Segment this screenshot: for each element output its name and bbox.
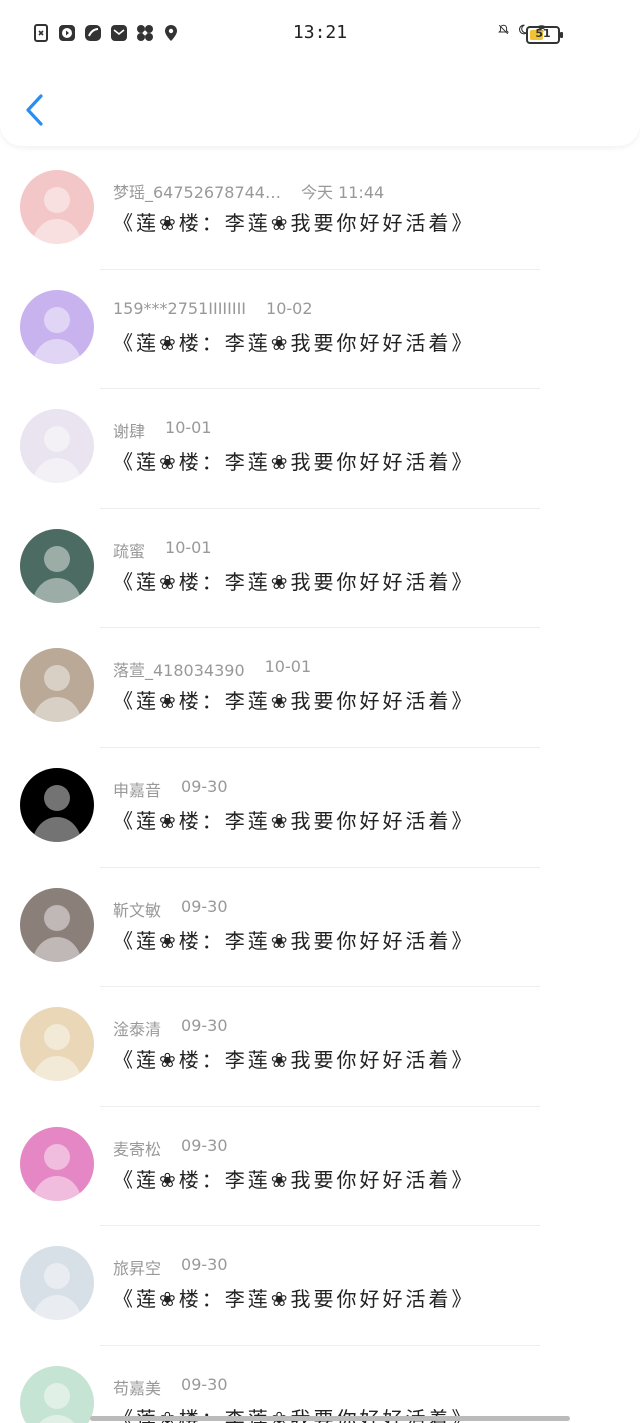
message-text: 《莲❀楼：李莲❀我要你好好活着》 bbox=[113, 689, 475, 714]
avatar-image bbox=[20, 528, 94, 603]
sender-name: 申嘉音 bbox=[113, 780, 162, 800]
message-time: 09-30 bbox=[181, 776, 228, 796]
message-time: 09-30 bbox=[181, 1374, 228, 1394]
avatar-image bbox=[20, 887, 94, 962]
battery-icon: 51 bbox=[526, 26, 563, 44]
status-bar: 13:21 51 bbox=[0, 20, 640, 52]
message-time: 10-01 bbox=[165, 537, 212, 557]
sender-name: 落萱_418034390 bbox=[113, 661, 245, 681]
sender-name: 159***2751IIIIIIII bbox=[113, 298, 247, 318]
top-bar: 13:21 51 bbox=[0, 0, 640, 146]
message-meta: 淦泰清 09-30 bbox=[113, 1016, 228, 1040]
avatar[interactable] bbox=[20, 648, 94, 723]
message-text: 《莲❀楼：李莲❀我要你好好活着》 bbox=[113, 928, 475, 953]
message-text: 《莲❀楼：李莲❀我要你好好活着》 bbox=[113, 450, 475, 475]
message-text: 《莲❀楼：李莲❀我要你好好活着》 bbox=[113, 1167, 475, 1192]
avatar-image bbox=[20, 289, 94, 364]
message-time: 10-01 bbox=[264, 657, 312, 677]
message-meta: 梦瑶_64752678744… 今天 11:44 bbox=[113, 179, 384, 203]
avatar[interactable] bbox=[20, 1246, 94, 1321]
list-item[interactable]: 靳文敏 09-30 《莲❀楼：李莲❀我要你好好活着》 bbox=[0, 868, 640, 988]
list-item[interactable]: 159***2751IIIIIIII 10-02 《莲❀楼：李莲❀我要你好好活着… bbox=[0, 270, 640, 390]
sender-name: 麦寄松 bbox=[113, 1139, 162, 1159]
avatar-image bbox=[20, 1246, 94, 1321]
avatar[interactable] bbox=[20, 170, 94, 244]
message-meta: 落萱_418034390 10-01 bbox=[113, 657, 311, 681]
sender-name: 旅昇空 bbox=[113, 1259, 162, 1279]
avatar-image bbox=[20, 1007, 94, 1082]
list-item[interactable]: 落萱_418034390 10-01 《莲❀楼：李莲❀我要你好好活着》 bbox=[0, 628, 640, 748]
sender-name: 梦瑶_64752678744… bbox=[113, 183, 281, 202]
message-meta: 苟嘉美 09-30 bbox=[113, 1375, 228, 1399]
message-time: 今天 11:44 bbox=[300, 183, 385, 202]
avatar[interactable] bbox=[20, 528, 94, 603]
list-item[interactable]: 苟嘉美 09-30 《莲❀楼：李莲❀我要你好好活着》 bbox=[0, 1346, 640, 1423]
list-item[interactable]: 谢肆 10-01 《莲❀楼：李莲❀我要你好好活着》 bbox=[0, 389, 640, 509]
avatar-image bbox=[20, 1126, 94, 1201]
message-list: 梦瑶_64752678744… 今天 11:44 《莲❀楼：李莲❀我要你好好活着… bbox=[0, 150, 640, 1423]
message-time: 10-01 bbox=[165, 418, 212, 438]
avatar-image bbox=[20, 1365, 94, 1423]
list-item[interactable]: 旅昇空 09-30 《莲❀楼：李莲❀我要你好好活着》 bbox=[0, 1226, 640, 1346]
back-button[interactable] bbox=[20, 92, 50, 128]
avatar-image bbox=[20, 170, 94, 244]
message-meta: 疏蜜 10-01 bbox=[113, 538, 212, 562]
message-text: 《莲❀楼：李莲❀我要你好好活着》 bbox=[113, 330, 475, 355]
mute-icon bbox=[498, 24, 509, 35]
list-item[interactable]: 申嘉音 09-30 《莲❀楼：李莲❀我要你好好活着》 bbox=[0, 748, 640, 868]
message-meta: 159***2751IIIIIIII 10-02 bbox=[113, 299, 313, 318]
sender-name: 淦泰清 bbox=[113, 1020, 162, 1040]
sender-name: 疏蜜 bbox=[113, 541, 146, 561]
home-indicator[interactable] bbox=[90, 1416, 570, 1421]
avatar[interactable] bbox=[20, 1365, 94, 1423]
message-time: 09-30 bbox=[181, 1135, 228, 1155]
message-text: 《莲❀楼：李莲❀我要你好好活着》 bbox=[113, 211, 475, 235]
avatar-image bbox=[20, 648, 94, 723]
message-text: 《莲❀楼：李莲❀我要你好好活着》 bbox=[113, 1048, 475, 1073]
avatar-image bbox=[20, 767, 94, 842]
sender-name: 靳文敏 bbox=[113, 900, 162, 920]
chevron-left-icon bbox=[26, 94, 43, 126]
sender-name: 苟嘉美 bbox=[113, 1378, 162, 1398]
message-meta: 麦寄松 09-30 bbox=[113, 1136, 228, 1160]
list-item[interactable]: 麦寄松 09-30 《莲❀楼：李莲❀我要你好好活着》 bbox=[0, 1107, 640, 1227]
message-meta: 谢肆 10-01 bbox=[113, 418, 212, 442]
avatar[interactable] bbox=[20, 1126, 94, 1201]
avatar[interactable] bbox=[20, 289, 94, 364]
avatar[interactable] bbox=[20, 767, 94, 842]
message-meta: 旅昇空 09-30 bbox=[113, 1255, 228, 1279]
list-item[interactable]: 淦泰清 09-30 《莲❀楼：李莲❀我要你好好活着》 bbox=[0, 987, 640, 1107]
message-text: 《莲❀楼：李莲❀我要你好好活着》 bbox=[113, 808, 475, 833]
list-item[interactable]: 梦瑶_64752678744… 今天 11:44 《莲❀楼：李莲❀我要你好好活着… bbox=[0, 150, 640, 270]
sender-name: 谢肆 bbox=[113, 422, 146, 442]
avatar[interactable] bbox=[20, 409, 94, 484]
message-time: 09-30 bbox=[181, 1255, 228, 1275]
message-meta: 靳文敏 09-30 bbox=[113, 897, 228, 921]
battery-level: 51 bbox=[535, 27, 551, 40]
message-time: 10-02 bbox=[266, 298, 313, 318]
avatar[interactable] bbox=[20, 887, 94, 962]
message-meta: 申嘉音 09-30 bbox=[113, 777, 228, 801]
message-time: 09-30 bbox=[181, 896, 228, 916]
message-time: 09-30 bbox=[181, 1016, 228, 1036]
message-text: 《莲❀楼：李莲❀我要你好好活着》 bbox=[113, 569, 475, 594]
avatar-image bbox=[20, 409, 94, 484]
list-item[interactable]: 疏蜜 10-01 《莲❀楼：李莲❀我要你好好活着》 bbox=[0, 509, 640, 629]
avatar[interactable] bbox=[20, 1007, 94, 1082]
message-text: 《莲❀楼：李莲❀我要你好好活着》 bbox=[113, 1287, 475, 1312]
